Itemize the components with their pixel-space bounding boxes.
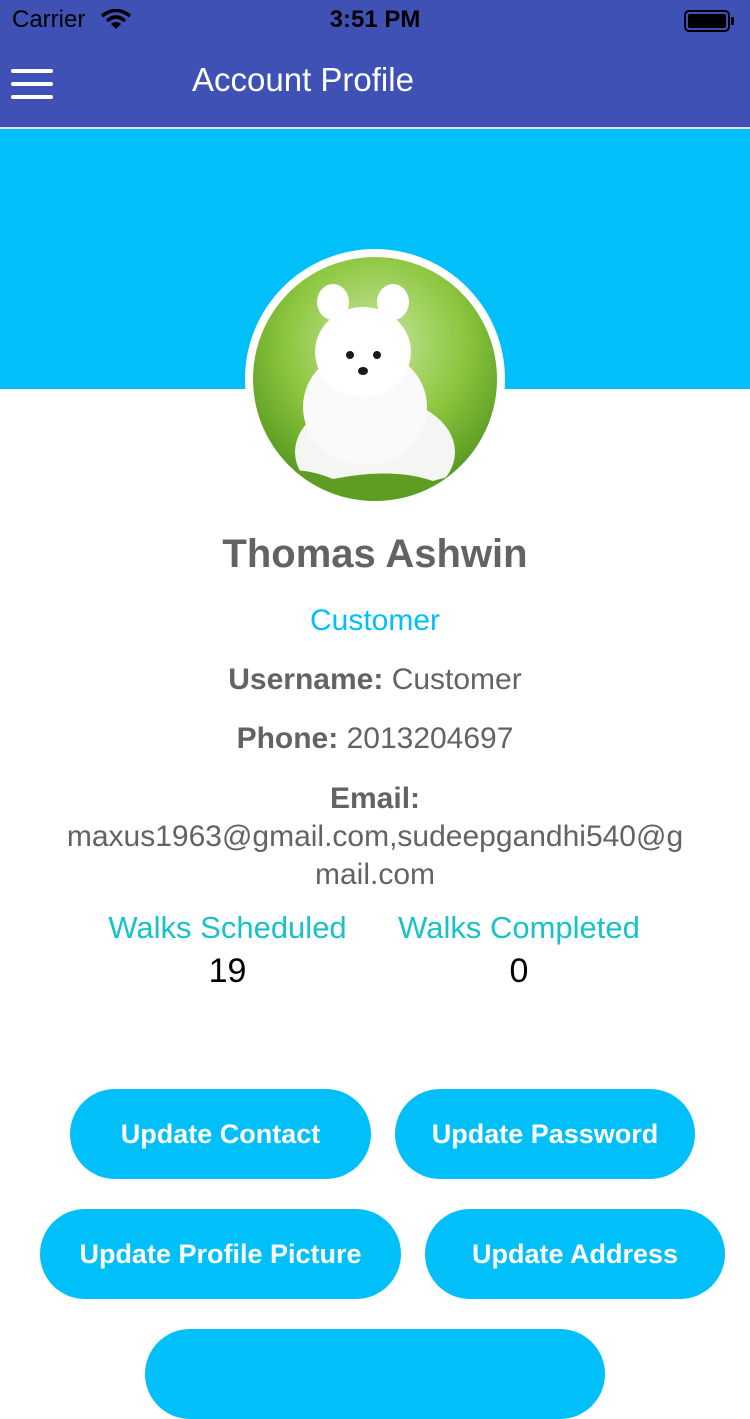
username-value: Customer [391,663,522,696]
nav-bar: Account Profile [0,40,750,129]
walks-completed-value: 0 [509,952,529,990]
update-address-button[interactable]: Update Address [425,1209,725,1299]
status-time: 3:51 PM [329,6,421,33]
phone-row: Phone: 2013204697 [0,722,750,756]
username-row: Username: Customer [0,663,750,697]
walks-scheduled-value: 19 [208,952,247,990]
phone-value: 2013204697 [346,722,514,755]
profile-name: Thomas Ashwin [222,532,528,576]
walks-completed-label: Walks Completed [398,910,640,945]
username-label: Username: [228,663,384,696]
update-contact-button[interactable]: Update Contact [70,1089,371,1179]
phone-label: Phone: [236,722,339,755]
hamburger-menu-icon[interactable] [11,69,53,99]
status-bar: Carrier 3:51 PM [0,0,750,40]
dog-photo-icon [253,284,497,501]
profile-role: Customer [309,604,441,637]
partial-action-button[interactable] [145,1329,605,1419]
update-profile-picture-button[interactable]: Update Profile Picture [40,1209,401,1299]
email-value: maxus1963@gmail.com,sudeepgandhi540@gmai… [66,820,684,888]
page-title: Account Profile [192,61,414,98]
update-password-button[interactable]: Update Password [395,1089,695,1179]
profile-picture [253,257,497,501]
email-label: Email: [329,782,421,815]
walks-scheduled-label: Walks Scheduled [108,910,347,945]
avatar[interactable] [245,249,505,509]
battery-icon [684,10,734,32]
